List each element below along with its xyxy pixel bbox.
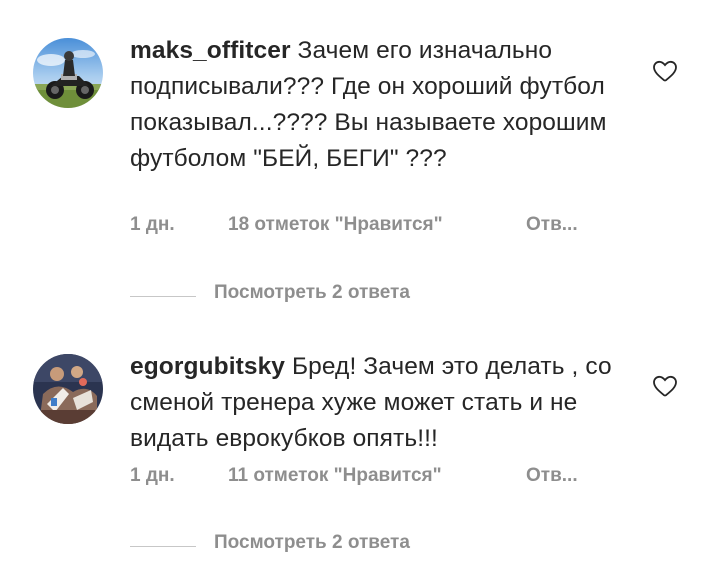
comment-time[interactable]: 1 дн. (130, 214, 175, 236)
avatar[interactable] (33, 38, 103, 108)
view-replies-label: Посмотреть 2 ответа (214, 532, 410, 553)
comment-likes-count[interactable]: 11 отметок "Нравится" (228, 465, 442, 487)
comment-likes-count[interactable]: 18 отметок "Нравится" (228, 214, 443, 236)
reply-button[interactable]: Отв... (526, 465, 578, 487)
comment-body: egorgubitsky Бред! Зачем это делать , со… (130, 349, 620, 457)
comment-username[interactable]: egorgubitsky (130, 353, 285, 380)
replies-divider (130, 546, 196, 547)
view-replies-label: Посмотреть 2 ответа (214, 282, 410, 303)
comment-item: egorgubitsky Бред! Зачем это делать , со… (0, 320, 716, 584)
reply-button[interactable]: Отв... (526, 214, 578, 236)
comment-username[interactable]: maks_offitcer (130, 37, 291, 64)
view-replies-button[interactable]: Посмотреть 2 ответа (130, 532, 490, 562)
replies-divider (130, 296, 196, 297)
comment-meta: 1 дн. 11 отметок "Нравится" Отв... (130, 465, 610, 495)
heart-outline-icon[interactable] (652, 374, 678, 398)
comment-meta: 1 дн. 18 отметок "Нравится" Отв... (130, 214, 610, 244)
avatar[interactable] (33, 354, 103, 424)
comment-time[interactable]: 1 дн. (130, 465, 175, 487)
motorcycle-avatar-image (33, 38, 103, 108)
comment-body: maks_offitcer Зачем его изначально подпи… (130, 33, 620, 177)
people-avatar-image (33, 354, 103, 424)
view-replies-button[interactable]: Посмотреть 2 ответа (130, 282, 490, 312)
comment-item: maks_offitcer Зачем его изначально подпи… (0, 0, 716, 320)
heart-outline-icon[interactable] (652, 59, 678, 83)
